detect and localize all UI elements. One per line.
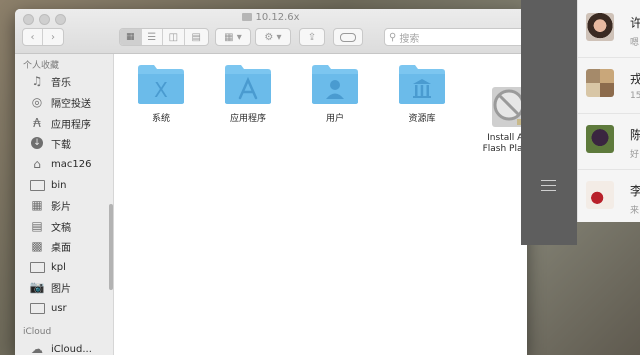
svg-text:X: X <box>154 78 168 102</box>
installer-flash-player[interactable]: Install Ad Flash Playe <box>467 62 527 174</box>
avatar <box>586 125 614 153</box>
finder-window: 10.12.6x ‹ › ▦ ☰ ◫ ▤ ▦ ▾ ⚙ ▾ ⇪ ⚲ 搜索 个人收藏… <box>15 9 527 355</box>
applications-icon: ₳ <box>33 116 41 130</box>
sidebar-item-movies[interactable]: ▦ 影片 <box>29 196 71 214</box>
system-folder-icon: X <box>138 65 184 104</box>
pictures-icon: 📷 <box>29 280 45 294</box>
gallery-icon: ▤ <box>191 31 201 43</box>
sidebar-item-music[interactable]: ♫ 音乐 <box>29 72 71 90</box>
nav-buttons: ‹ › <box>22 28 64 46</box>
sidebar-item-pictures[interactable]: 📷 图片 <box>29 278 71 296</box>
folder-icon <box>29 260 45 274</box>
back-button[interactable]: ‹ <box>23 29 44 45</box>
share-icon: ⇪ <box>307 31 317 43</box>
home-icon: ⌂ <box>33 157 41 171</box>
folder-system[interactable]: X 系统 <box>120 62 202 125</box>
minimize-button[interactable] <box>39 14 50 25</box>
forward-button[interactable]: › <box>43 29 63 45</box>
column-view-button[interactable]: ◫ <box>163 29 185 45</box>
tag-icon <box>340 32 356 42</box>
file-browser: X 系统 应用程序 用户 资源库 Install Flash Pla <box>114 54 527 355</box>
folder-applications[interactable]: 应用程序 <box>207 62 289 125</box>
sidebar-item-documents[interactable]: ▤ 文稿 <box>29 217 71 235</box>
toolbar: 10.12.6x ‹ › ▦ ☰ ◫ ▤ ▦ ▾ ⚙ ▾ ⇪ ⚲ 搜索 <box>15 9 527 54</box>
sidebar-item-kpl[interactable]: kpl <box>29 258 66 276</box>
sidebar-item-downloads[interactable]: ↓ 下载 <box>29 134 71 152</box>
favorites-header: 个人收藏 <box>23 61 60 71</box>
tags-button[interactable] <box>333 28 363 46</box>
avatar <box>586 181 614 209</box>
library-folder-icon <box>399 65 445 104</box>
search-placeholder: 搜索 <box>399 33 420 45</box>
folder-icon <box>29 178 45 192</box>
documents-icon: ▤ <box>31 219 43 233</box>
folder-library[interactable]: 资源库 <box>381 62 463 125</box>
sidebar-item-home[interactable]: ⌂ mac126 <box>29 155 91 173</box>
action-button[interactable]: ⚙ ▾ <box>255 28 291 46</box>
search-field[interactable]: ⚲ 搜索 <box>384 28 527 46</box>
zoom-button[interactable] <box>55 14 66 25</box>
chat-item[interactable]: 戎 15 <box>578 58 640 114</box>
list-view-button[interactable]: ☰ <box>142 29 164 45</box>
sidebar-item-applications[interactable]: ₳ 应用程序 <box>29 114 91 132</box>
sidebar-item-bin[interactable]: bin <box>29 176 66 194</box>
arrange-button[interactable]: ▦ ▾ <box>215 28 251 46</box>
chat-item[interactable]: 许 嗯 <box>578 2 640 58</box>
list-icon: ☰ <box>147 31 157 43</box>
download-icon: ↓ <box>29 136 45 150</box>
sidebar-item-usr[interactable]: usr <box>29 299 67 317</box>
sidebar: 个人收藏 ♫ 音乐 ◎ 隔空投送 ₳ 应用程序 ↓ 下载 ⌂ mac126 bin ▦ 影片… <box>15 54 114 355</box>
chat-item[interactable]: 李 来 <box>578 170 640 225</box>
chat-item[interactable]: 陈 好 <box>578 114 640 170</box>
window-title: 10.12.6x <box>15 12 527 23</box>
icon-view-button[interactable]: ▦ <box>120 29 142 45</box>
folder-icon <box>29 301 45 315</box>
cloud-icon: ☁ <box>31 342 43 355</box>
view-mode-control: ▦ ☰ ◫ ▤ <box>119 28 209 46</box>
chat-list: 许 嗯 戎 15 陈 好 李 来 <box>577 0 640 222</box>
chevron-right-icon: › <box>51 31 56 43</box>
columns-icon: ◫ <box>168 31 179 43</box>
folder-users[interactable]: 用户 <box>294 62 376 125</box>
gallery-view-button[interactable]: ▤ <box>185 29 208 45</box>
avatar <box>586 69 614 97</box>
menu-icon[interactable] <box>541 180 556 195</box>
desktop-icon: ▩ <box>31 239 43 253</box>
search-icon: ⚲ <box>389 31 397 43</box>
music-icon: ♫ <box>31 74 43 88</box>
airdrop-icon: ◎ <box>31 95 43 109</box>
movies-icon: ▦ <box>31 198 43 212</box>
avatar <box>586 13 614 41</box>
close-button[interactable] <box>23 14 34 25</box>
sidebar-item-desktop[interactable]: ▩ 桌面 <box>29 237 71 255</box>
sidebar-scrollbar[interactable] <box>109 204 113 290</box>
applications-folder-icon <box>225 65 271 104</box>
sidebar-item-airdrop[interactable]: ◎ 隔空投送 <box>29 93 91 111</box>
chevron-left-icon: ‹ <box>30 31 35 43</box>
icloud-header: iCloud <box>23 327 52 337</box>
sidebar-item-icloud-drive[interactable]: ☁ iCloud... <box>29 340 92 355</box>
grid-icon: ▦ <box>126 32 135 42</box>
gear-icon: ⚙ ▾ <box>264 31 282 43</box>
users-folder-icon <box>312 65 358 104</box>
notification-sidebar <box>521 0 577 245</box>
folder-icon <box>242 13 253 21</box>
arrange-icon: ▦ ▾ <box>224 31 242 43</box>
share-button[interactable]: ⇪ <box>299 28 325 46</box>
